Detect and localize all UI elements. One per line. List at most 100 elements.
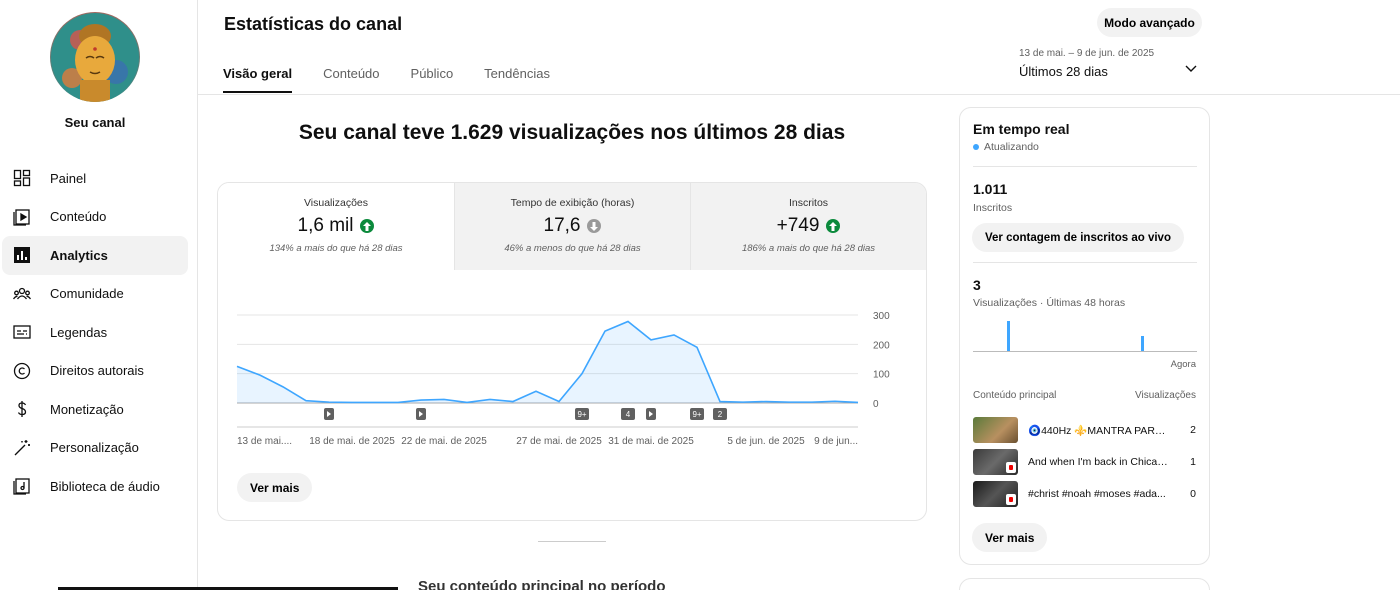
metric-label: Visualizações (303, 197, 368, 209)
sidebar-item-monetizacao[interactable]: Monetização (2, 390, 188, 429)
sidebar-item-label: Analytics (50, 247, 108, 263)
monetization-icon (12, 399, 32, 419)
overview-card: Visualizações 1,6 mil 134% a mais do que… (217, 182, 927, 521)
sidebar-nav: Painel Conteúdo Analytics Comunidade Leg… (2, 159, 188, 506)
realtime-views-count: 3 (973, 277, 981, 293)
next-card (959, 578, 1210, 590)
channel-avatar[interactable] (50, 12, 140, 102)
sidebar-item-label: Comunidade (50, 286, 124, 302)
sidebar-item-biblioteca-de-audio[interactable]: Biblioteca de áudio (2, 467, 188, 506)
arrow-down-icon (587, 219, 602, 233)
metric-value: +749 (776, 215, 820, 236)
realtime-title: Em tempo real (973, 121, 1070, 137)
upload-marker-label: 9+ (577, 410, 586, 419)
views-chart[interactable]: 0 100 200 300 9+ 4 9+ 2 13 de mai.... 18 de mai. … (218, 303, 926, 453)
metric-watch-time[interactable]: Tempo de exibição (horas) 17,6 46% a men… (454, 183, 690, 270)
customization-icon (12, 438, 32, 458)
community-icon (12, 284, 32, 304)
tab-audience[interactable]: Público (411, 66, 454, 93)
metric-comparison: 46% a menos do que há 28 dias (504, 243, 641, 254)
video-views: 1 (1190, 456, 1196, 468)
advanced-mode-button[interactable]: Modo avançado (1097, 8, 1202, 37)
y-tick-label: 300 (873, 311, 890, 322)
y-tick-label: 200 (873, 340, 890, 351)
realtime-see-more-button[interactable]: Ver mais (972, 523, 1048, 552)
summary-headline: Seu canal teve 1.629 visualizações nos ú… (298, 121, 846, 144)
metric-value: 17,6 (543, 215, 581, 236)
now-label: Agora (1170, 359, 1196, 370)
shorts-icon (1006, 462, 1016, 473)
chevron-down-icon (1185, 60, 1197, 78)
metric-value: 1,6 mil (297, 215, 354, 236)
x-tick-label: 13 de mai.... (237, 436, 292, 447)
video-views: 2 (1190, 424, 1196, 436)
list-item[interactable]: And when I'm back in Chicag... 1 (973, 449, 1197, 475)
tab-content[interactable]: Conteúdo (323, 66, 379, 93)
audio-library-icon (12, 476, 32, 496)
metric-label: Tempo de exibição (horas) (510, 197, 635, 209)
video-views: 0 (1190, 488, 1196, 500)
video-title: 🧿440Hz ⚜️MANTRA PARA ... (1028, 424, 1171, 437)
page-title: Estatísticas do canal (224, 14, 403, 34)
header-divider (198, 94, 1400, 95)
sidebar-item-label: Personalização (50, 440, 139, 456)
subscriber-label: Inscritos (973, 202, 1013, 214)
copyright-icon (12, 361, 32, 381)
list-item[interactable]: #christ #noah #moses #ada... 0 (973, 481, 1197, 507)
x-tick-label: 18 de mai. de 2025 (309, 436, 395, 447)
sidebar-item-personalizacao[interactable]: Personalização (2, 429, 188, 468)
realtime-bar (1141, 336, 1144, 351)
sidebar-item-direitos-autorais[interactable]: Direitos autorais (2, 352, 188, 391)
x-tick-label: 5 de jun. de 2025 (727, 436, 805, 447)
metric-value-wrap: 1,6 mil (218, 215, 454, 237)
upload-marker-label: 4 (626, 410, 631, 419)
video-thumbnail (973, 481, 1018, 507)
y-tick-label: 0 (873, 399, 879, 410)
realtime-bar-chart[interactable] (973, 316, 1197, 352)
realtime-bar (1006, 321, 1010, 351)
dashboard-icon (12, 168, 32, 188)
see-more-button[interactable]: Ver mais (237, 473, 313, 502)
sidebar-item-legendas[interactable]: Legendas (2, 313, 188, 352)
divider (973, 262, 1197, 263)
video-thumbnail (973, 449, 1018, 475)
realtime-status-label: Atualizando (984, 141, 1039, 153)
upload-marker-label: 2 (718, 410, 723, 419)
analytics-icon (12, 245, 32, 265)
realtime-status: Atualizando (973, 141, 1039, 153)
sidebar: Seu canal Painel Conteúdo Analytics Comu… (0, 0, 198, 590)
arrow-up-icon (826, 219, 841, 233)
sidebar-item-conteudo[interactable]: Conteúdo (2, 198, 188, 237)
x-tick-label: 27 de mai. de 2025 (516, 436, 602, 447)
video-thumbnail (973, 417, 1018, 443)
series-line (236, 320, 859, 404)
top-content-label: Conteúdo principal (973, 390, 1057, 401)
metric-value-wrap: 17,6 (455, 215, 690, 237)
top-content-heading: Seu conteúdo principal no período (418, 578, 666, 590)
live-dot-icon (973, 144, 979, 150)
date-range-selector[interactable]: 13 de mai. – 9 de jun. de 2025 Últimos 2… (1019, 48, 1201, 79)
sidebar-item-label: Monetização (50, 401, 124, 417)
subscriber-count: 1.011 (973, 181, 1008, 197)
sidebar-item-comunidade[interactable]: Comunidade (2, 275, 188, 314)
sidebar-item-painel[interactable]: Painel (2, 159, 188, 198)
list-item[interactable]: 🧿440Hz ⚜️MANTRA PARA ... 2 (973, 417, 1197, 443)
series-area (237, 321, 858, 403)
tab-trends[interactable]: Tendências (484, 66, 550, 93)
sidebar-item-analytics[interactable]: Analytics (2, 236, 188, 275)
video-title: And when I'm back in Chicag... (1028, 456, 1171, 468)
sidebar-item-label: Painel (50, 170, 87, 186)
tab-overview[interactable]: Visão geral (223, 66, 293, 93)
live-subscriber-count-button[interactable]: Ver contagem de inscritos ao vivo (972, 223, 1184, 252)
x-tick-label: 22 de mai. de 2025 (401, 436, 487, 447)
metric-value-wrap: +749 (691, 215, 926, 237)
metric-comparison: 186% a mais do que há 28 dias (741, 243, 876, 254)
sidebar-item-label: Legendas (50, 324, 108, 340)
metric-views[interactable]: Visualizações 1,6 mil 134% a mais do que… (218, 183, 454, 270)
divider (973, 166, 1197, 167)
arrow-up-icon (360, 219, 375, 233)
y-tick-label: 100 (873, 370, 890, 381)
metric-tabs: Visualizações 1,6 mil 134% a mais do que… (218, 183, 926, 270)
views-column-label: Visualizações (1135, 390, 1196, 401)
metric-subscribers[interactable]: Inscritos +749 186% a mais do que há 28 … (690, 183, 926, 270)
